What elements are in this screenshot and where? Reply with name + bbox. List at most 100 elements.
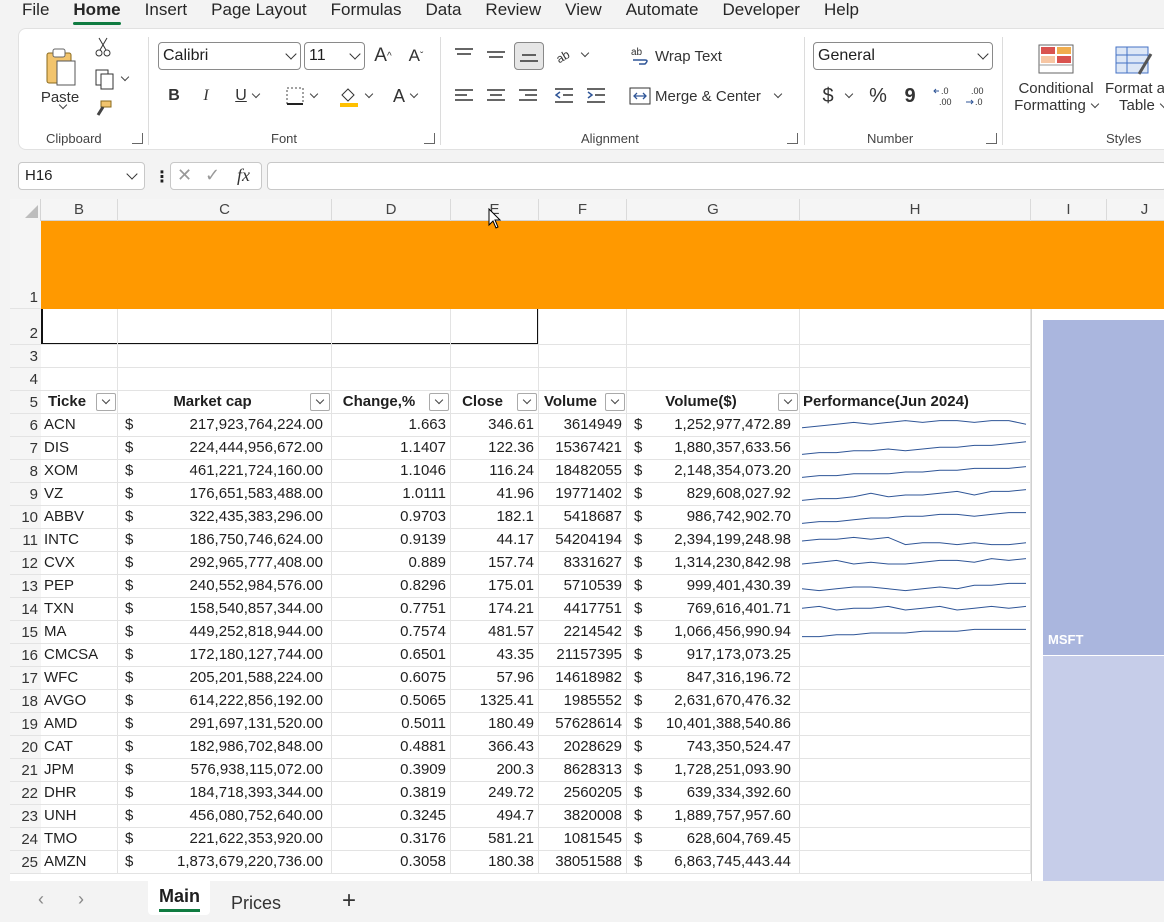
performance-cell[interactable] — [800, 759, 1031, 782]
close-cell[interactable]: 581.21 — [451, 828, 539, 851]
volume-usd-cell[interactable]: $1,252,977,472.89 — [627, 414, 800, 437]
paste-button[interactable]: Paste — [37, 37, 83, 117]
change-cell[interactable]: 0.3245 — [332, 805, 451, 828]
font-size-combo[interactable]: 11 — [304, 42, 365, 70]
volume-cell[interactable]: 18482055 — [539, 460, 627, 483]
dialog-launcher-icon[interactable] — [424, 133, 435, 144]
align-left-button[interactable] — [451, 83, 477, 109]
ticker-cell[interactable]: DHR — [41, 782, 118, 805]
filter-dropdown-icon[interactable] — [517, 393, 537, 411]
close-cell[interactable]: 366.43 — [451, 736, 539, 759]
change-cell[interactable]: 0.3058 — [332, 851, 451, 874]
cancel-icon[interactable]: ✕ — [177, 165, 192, 186]
increase-indent-button[interactable] — [583, 83, 609, 109]
volume-cell[interactable]: 3820008 — [539, 805, 627, 828]
performance-cell[interactable] — [800, 782, 1031, 805]
filter-dropdown-icon[interactable] — [310, 393, 330, 411]
performance-cell[interactable] — [800, 736, 1031, 759]
market-cap-cell[interactable]: $172,180,127,744.00 — [118, 644, 332, 667]
volume-usd-cell[interactable]: $2,394,199,248.98 — [627, 529, 800, 552]
change-cell[interactable]: 0.6501 — [332, 644, 451, 667]
column-header-j[interactable]: J — [1107, 199, 1164, 221]
ticker-cell[interactable]: AVGO — [41, 690, 118, 713]
ticker-cell[interactable]: PEP — [41, 575, 118, 598]
row-header[interactable]: 15 — [10, 621, 41, 644]
volume-cell[interactable]: 4417751 — [539, 598, 627, 621]
volume-cell[interactable]: 21157395 — [539, 644, 627, 667]
ticker-cell[interactable]: UNH — [41, 805, 118, 828]
column-header-d[interactable]: D — [332, 199, 451, 221]
underline-button[interactable]: U — [225, 83, 269, 109]
menu-item-home[interactable]: Home — [73, 0, 121, 25]
enter-icon[interactable]: ✓ — [205, 165, 220, 186]
market-cap-cell[interactable]: $176,651,583,488.00 — [118, 483, 332, 506]
close-cell[interactable]: 174.21 — [451, 598, 539, 621]
menu-item-view[interactable]: View — [565, 0, 602, 20]
market-cap-cell[interactable]: $322,435,383,296.00 — [118, 506, 332, 529]
number-format-combo[interactable]: General — [813, 42, 993, 70]
conditional-formatting-button[interactable]: Conditional Formatting — [1011, 37, 1101, 121]
volume-usd-cell[interactable]: $847,316,196.72 — [627, 667, 800, 690]
wrap-text-button[interactable]: ab Wrap Text — [631, 43, 731, 69]
market-cap-cell[interactable]: $182,986,702,848.00 — [118, 736, 332, 759]
volume-usd-cell[interactable]: $2,631,670,476.32 — [627, 690, 800, 713]
performance-cell[interactable] — [800, 667, 1031, 690]
ticker-cell[interactable]: DIS — [41, 437, 118, 460]
volume-usd-cell[interactable]: $10,401,388,540.86 — [627, 713, 800, 736]
ticker-cell[interactable]: CAT — [41, 736, 118, 759]
menu-item-review[interactable]: Review — [485, 0, 541, 20]
menu-item-developer[interactable]: Developer — [722, 0, 800, 20]
volume-usd-cell[interactable]: $1,889,757,957.60 — [627, 805, 800, 828]
dialog-launcher-icon[interactable] — [132, 133, 143, 144]
change-cell[interactable]: 0.4881 — [332, 736, 451, 759]
close-cell[interactable]: 1325.41 — [451, 690, 539, 713]
close-cell[interactable]: 346.61 — [451, 414, 539, 437]
bold-button[interactable]: B — [162, 83, 186, 109]
row-header[interactable]: 20 — [10, 736, 41, 759]
accounting-format-button[interactable]: $ — [815, 83, 859, 109]
volume-cell[interactable]: 3614949 — [539, 414, 627, 437]
align-top-button[interactable] — [451, 42, 477, 68]
fill-color-button[interactable] — [333, 83, 377, 109]
close-cell[interactable]: 43.35 — [451, 644, 539, 667]
treemap-tile-msft[interactable] — [1043, 320, 1164, 655]
table-header-cell[interactable]: Market cap — [118, 391, 332, 414]
ticker-cell[interactable]: MA — [41, 621, 118, 644]
change-cell[interactable]: 0.9139 — [332, 529, 451, 552]
formula-input[interactable] — [267, 162, 1164, 190]
title-cell[interactable] — [41, 309, 539, 345]
close-cell[interactable]: 57.96 — [451, 667, 539, 690]
align-middle-button[interactable] — [483, 42, 509, 68]
treemap-tile[interactable] — [1043, 656, 1164, 881]
ticker-cell[interactable]: ABBV — [41, 506, 118, 529]
ticker-cell[interactable]: WFC — [41, 667, 118, 690]
change-cell[interactable]: 0.3819 — [332, 782, 451, 805]
row-header[interactable]: 6 — [10, 414, 41, 437]
volume-cell[interactable]: 57628614 — [539, 713, 627, 736]
volume-cell[interactable]: 5418687 — [539, 506, 627, 529]
volume-usd-cell[interactable]: $1,314,230,842.98 — [627, 552, 800, 575]
table-header-cell[interactable]: Performance(Jun 2024) — [800, 391, 1031, 414]
column-header-h[interactable]: H — [800, 199, 1031, 221]
row-header[interactable]: 11 — [10, 529, 41, 552]
format-as-table-button[interactable]: Format a Table — [1105, 37, 1164, 121]
market-cap-cell[interactable]: $292,965,777,408.00 — [118, 552, 332, 575]
column-header-g[interactable]: G — [627, 199, 800, 221]
close-cell[interactable]: 116.24 — [451, 460, 539, 483]
column-header-b[interactable]: B — [41, 199, 118, 221]
row-header[interactable]: 7 — [10, 437, 41, 460]
market-cap-cell[interactable]: $205,201,588,224.00 — [118, 667, 332, 690]
menu-item-page-layout[interactable]: Page Layout — [211, 0, 306, 20]
change-cell[interactable]: 1.1046 — [332, 460, 451, 483]
row-header[interactable]: 19 — [10, 713, 41, 736]
row-header[interactable]: 23 — [10, 805, 41, 828]
market-cap-cell[interactable]: $456,080,752,640.00 — [118, 805, 332, 828]
market-cap-cell[interactable]: $576,938,115,072.00 — [118, 759, 332, 782]
ticker-cell[interactable]: CMCSA — [41, 644, 118, 667]
change-cell[interactable]: 1.0111 — [332, 483, 451, 506]
menu-item-help[interactable]: Help — [824, 0, 859, 20]
market-cap-cell[interactable]: $184,718,393,344.00 — [118, 782, 332, 805]
table-header-cell[interactable]: Volume($) — [627, 391, 800, 414]
select-all-button[interactable] — [10, 199, 41, 221]
volume-usd-cell[interactable]: $2,148,354,073.20 — [627, 460, 800, 483]
